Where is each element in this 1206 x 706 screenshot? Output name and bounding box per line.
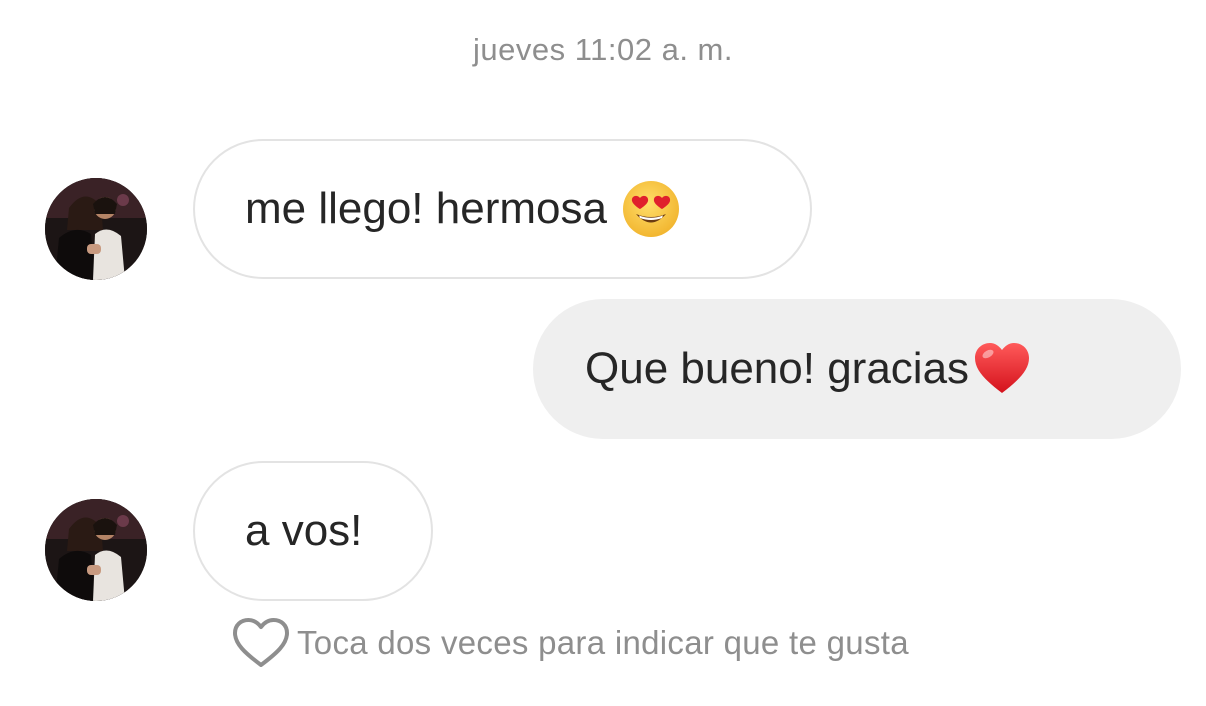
message-timestamp: jueves 11:02 a. m. <box>472 32 733 67</box>
double-tap-like-hint[interactable]: Toca dos veces para indicar que te gusta <box>231 616 909 670</box>
message-text: a vos! <box>245 506 363 555</box>
message-bubble-incoming[interactable]: me llego! hermosa <box>193 139 812 279</box>
message-bubble-outgoing[interactable]: Que bueno! gracias <box>533 299 1181 439</box>
message-bubble-incoming[interactable]: a vos! <box>193 461 433 601</box>
sender-avatar[interactable] <box>45 499 147 601</box>
message-text: Que bueno! gracias <box>585 344 970 393</box>
like-hint-text: Toca dos veces para indicar que te gusta <box>297 624 909 661</box>
avatar-photo <box>45 178 147 280</box>
red-heart-icon <box>973 341 1031 397</box>
message-text: me llego! hermosa <box>245 184 607 233</box>
avatar-photo <box>45 499 147 601</box>
smiling-face-heart-eyes-icon <box>621 179 681 239</box>
sender-avatar[interactable] <box>45 178 147 280</box>
heart-outline-icon[interactable] <box>231 616 291 670</box>
